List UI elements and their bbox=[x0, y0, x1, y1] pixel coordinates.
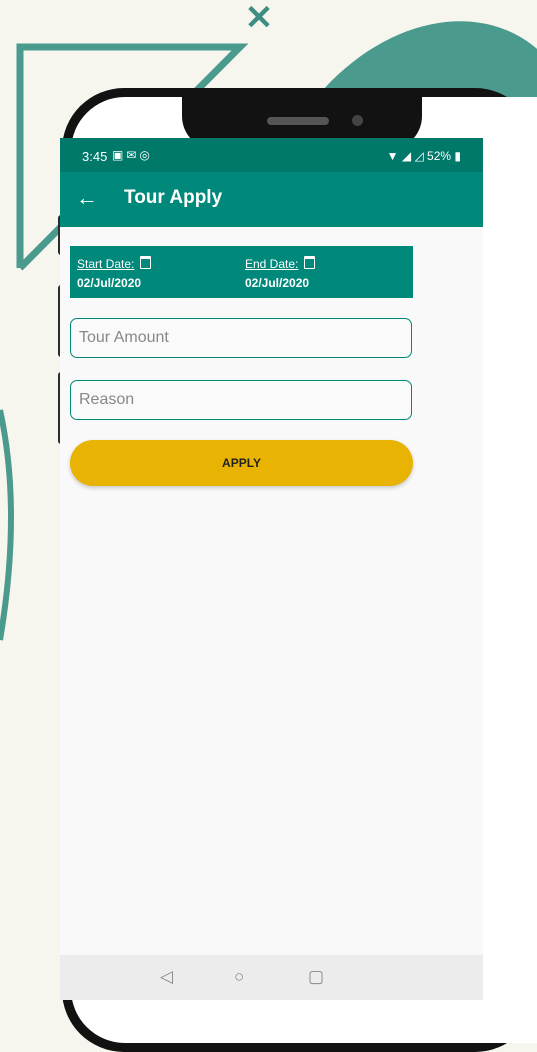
speaker-grille bbox=[267, 117, 329, 125]
close-x-decoration-icon: ✕ bbox=[244, 0, 274, 37]
apply-button[interactable]: APPLY bbox=[70, 440, 413, 486]
arc-outline-shape bbox=[0, 409, 14, 641]
calendar-icon bbox=[304, 256, 316, 269]
app-screen: 3:45 ▣✉◎ ▼ ◢ ◿ 52% ▮ ← Tour Apply Start … bbox=[60, 138, 483, 1000]
battery-icon: ▮ bbox=[454, 149, 461, 163]
calendar-icon: ▣ bbox=[112, 148, 127, 162]
end-date-label-row: End Date: bbox=[245, 255, 316, 273]
start-date-label-row: Start Date: bbox=[77, 255, 152, 273]
tour-amount-input[interactable] bbox=[70, 318, 412, 358]
circle-home-icon[interactable]: ○ bbox=[234, 967, 244, 987]
status-time: 3:45 bbox=[82, 149, 108, 164]
end-date-value: 02/Jul/2020 bbox=[245, 276, 310, 290]
chat-icon: ✉ bbox=[126, 148, 140, 162]
triangle-back-icon[interactable]: ◁ bbox=[160, 967, 173, 987]
instagram-icon: ◎ bbox=[139, 148, 153, 162]
front-camera bbox=[352, 115, 363, 126]
date-range-panel: Start Date: 02/Jul/2020 End Date: 02/Jul… bbox=[70, 246, 413, 298]
notification-icons: ▣✉◎ bbox=[112, 148, 153, 162]
start-date-label: Start Date: bbox=[77, 257, 135, 271]
end-date-label: End Date: bbox=[245, 257, 299, 271]
signal-icon: ◢ bbox=[401, 149, 412, 163]
calendar-icon bbox=[140, 256, 152, 269]
arrow-left-icon[interactable]: ← bbox=[76, 186, 98, 210]
start-date-value: 02/Jul/2020 bbox=[77, 276, 142, 290]
system-nav-bar: ◁ ○ ▢ bbox=[60, 955, 483, 1000]
status-bar: 3:45 ▣✉◎ ▼ ◢ ◿ 52% ▮ bbox=[60, 138, 483, 172]
status-right: ▼ ◢ ◿ 52% ▮ bbox=[387, 149, 461, 163]
end-date-picker[interactable]: End Date: 02/Jul/2020 bbox=[245, 255, 316, 290]
square-recents-icon[interactable]: ▢ bbox=[308, 967, 324, 987]
page-title: Tour Apply bbox=[124, 187, 223, 208]
wifi-icon: ▼ bbox=[386, 149, 399, 163]
reason-input[interactable] bbox=[70, 380, 412, 420]
start-date-picker[interactable]: Start Date: 02/Jul/2020 bbox=[77, 255, 152, 290]
app-bar: ← Tour Apply bbox=[60, 172, 483, 227]
battery-percent: 52% bbox=[427, 149, 452, 163]
signal-empty-icon: ◿ bbox=[414, 149, 424, 163]
